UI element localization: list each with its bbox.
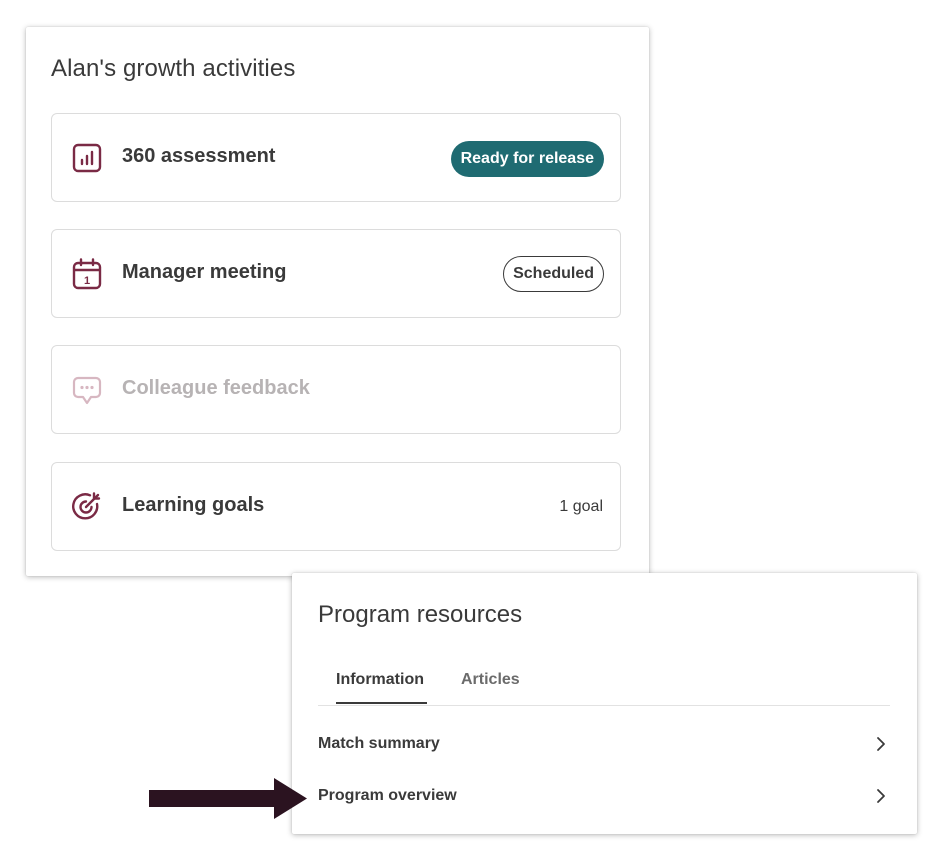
chat-bubble-icon	[70, 373, 104, 407]
resources-tab-bar: Information Articles	[318, 665, 890, 706]
tab-articles[interactable]: Articles	[461, 671, 520, 704]
growth-activities-card: Alan's growth activities 360 assessment …	[26, 27, 649, 576]
activity-colleague-feedback: Colleague feedback	[51, 345, 621, 434]
goal-count: 1 goal	[559, 498, 603, 515]
activity-360-assessment[interactable]: 360 assessment Ready for release	[51, 113, 621, 202]
activity-label: Learning goals	[122, 494, 265, 516]
activity-label: 360 assessment	[122, 145, 276, 167]
resource-item-label: Program overview	[318, 787, 457, 804]
resource-item-label: Match summary	[318, 735, 440, 752]
program-resources-card: Program resources Information Articles M…	[292, 573, 917, 834]
growth-activities-title: Alan's growth activities	[51, 55, 296, 82]
target-icon	[70, 490, 104, 524]
status-badge-scheduled: Scheduled	[503, 256, 604, 292]
svg-text:1: 1	[84, 275, 90, 287]
bar-chart-icon	[70, 141, 104, 175]
activity-label: Colleague feedback	[122, 377, 310, 399]
resource-item-match-summary[interactable]: Match summary	[318, 730, 890, 760]
pointer-arrow-icon	[148, 778, 308, 820]
resource-item-program-overview[interactable]: Program overview	[318, 782, 890, 812]
chevron-right-icon	[874, 788, 888, 804]
chevron-right-icon	[874, 736, 888, 752]
calendar-icon: 1	[70, 257, 104, 291]
tab-information[interactable]: Information	[336, 671, 427, 704]
activity-manager-meeting[interactable]: 1 Manager meeting Scheduled	[51, 229, 621, 318]
activity-learning-goals[interactable]: Learning goals 1 goal	[51, 462, 621, 551]
program-resources-title: Program resources	[318, 601, 523, 628]
activity-label: Manager meeting	[122, 261, 287, 283]
status-badge-ready: Ready for release	[450, 141, 604, 177]
